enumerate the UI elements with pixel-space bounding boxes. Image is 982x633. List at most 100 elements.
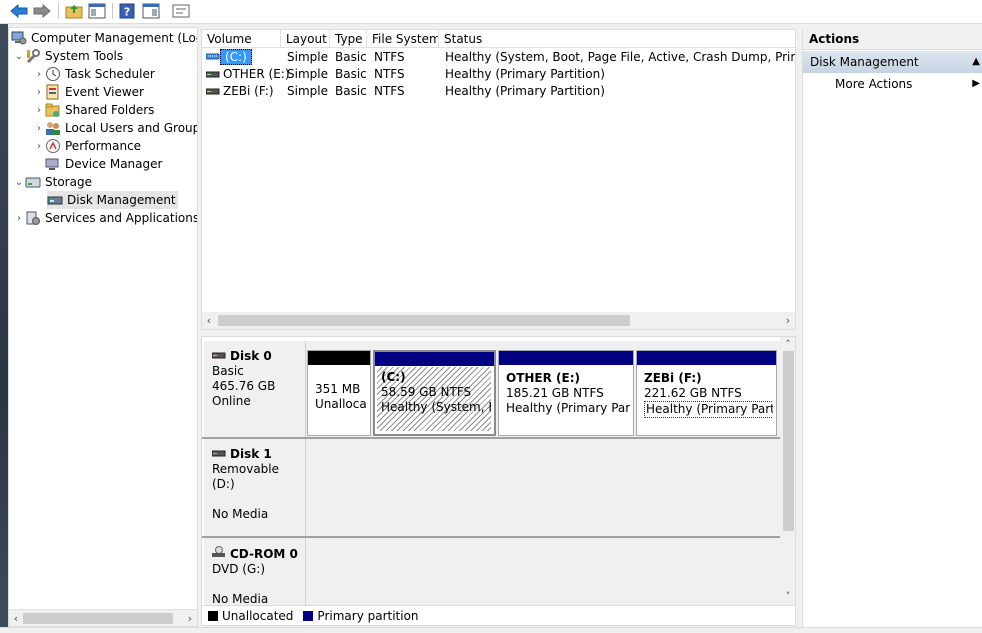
- chevron-right-icon[interactable]: ›: [33, 101, 45, 119]
- tree-item-device-manager[interactable]: Device Manager: [45, 155, 162, 173]
- chevron-down-icon[interactable]: ⌄: [13, 173, 25, 191]
- disk-1-area: [306, 439, 780, 536]
- volume-icon: [206, 69, 220, 81]
- volume-name: ZEBi (F:): [223, 84, 274, 98]
- actions-title: Actions: [803, 29, 982, 50]
- tree-item-performance[interactable]: › Performance: [33, 137, 141, 155]
- disk-0-label[interactable]: Disk 0 Basic 465.76 GB Online: [204, 341, 306, 437]
- primary-swatch: [303, 610, 314, 621]
- users-icon: [45, 120, 61, 136]
- volume-icon: [206, 86, 220, 98]
- status-cell: Healthy (Primary Partition): [445, 67, 605, 81]
- scroll-right-icon[interactable]: ›: [781, 313, 795, 328]
- fs-cell: NTFS: [374, 84, 405, 98]
- volume-name: (C:): [220, 49, 252, 65]
- forward-icon[interactable]: [32, 2, 52, 20]
- status-bar: [0, 627, 982, 633]
- list-horizontal-scrollbar[interactable]: ‹ ›: [202, 312, 795, 329]
- chevron-right-icon[interactable]: ›: [33, 65, 45, 83]
- primary-partition-bar: [637, 351, 776, 365]
- type-cell: Basic: [335, 84, 367, 98]
- chevron-right-icon[interactable]: ›: [33, 119, 45, 137]
- partition-status: Healthy (System, Boc: [381, 400, 491, 414]
- desktop-edge: [0, 24, 8, 633]
- disk-state: No Media: [212, 592, 269, 606]
- disk-type: DVD (G:): [212, 562, 265, 576]
- tree-item-task-scheduler[interactable]: › Task Scheduler: [33, 65, 155, 83]
- scroll-left-icon[interactable]: ‹: [9, 611, 23, 626]
- tree-item-disk-management[interactable]: Disk Management: [47, 191, 178, 209]
- column-header-type[interactable]: Type: [330, 30, 367, 48]
- actions-section-label: Disk Management: [810, 55, 919, 69]
- show-hide-console-tree-icon[interactable]: [87, 2, 107, 20]
- table-row[interactable]: OTHER (E:) Simple Basic NTFS Healthy (Pr…: [202, 66, 795, 83]
- volume-list: Volume Layout Type File System Status (C…: [201, 29, 796, 330]
- toolbar: ?: [0, 0, 982, 24]
- partition-status: Healthy (Primary Partition): [644, 401, 773, 418]
- partition-unallocated[interactable]: 351 MB Unallocat: [307, 350, 371, 436]
- partition-c[interactable]: (C:) 58.59 GB NTFS Healthy (System, Boc: [373, 350, 496, 436]
- cdrom-0-area: [306, 538, 780, 605]
- chevron-right-icon[interactable]: ›: [13, 209, 25, 227]
- chevron-down-icon[interactable]: ⌄: [13, 47, 25, 65]
- disk-name: Disk 0: [230, 349, 272, 363]
- layout-cell: Simple: [287, 84, 328, 98]
- column-header-status[interactable]: Status: [439, 30, 795, 48]
- disk-graphical-view: Disk 0 Basic 465.76 GB Online 351 MB Una…: [201, 336, 796, 606]
- tree-item-shared-folders[interactable]: › Shared Folders: [33, 101, 154, 119]
- more-actions-label: More Actions: [835, 77, 913, 91]
- disk-state: No Media: [212, 507, 269, 521]
- help-icon[interactable]: ?: [117, 2, 137, 20]
- column-header-volume[interactable]: Volume: [202, 30, 281, 48]
- tree-item-services-applications[interactable]: › Services and Applications: [13, 209, 197, 227]
- column-header-file-system[interactable]: File System: [367, 30, 439, 48]
- scroll-up-icon[interactable]: ˄: [781, 337, 795, 352]
- disk-icon: [211, 349, 226, 364]
- shared-folder-icon: [45, 102, 61, 118]
- disk-1-label[interactable]: Disk 1 Removable (D:) No Media: [204, 439, 306, 536]
- back-icon[interactable]: [9, 2, 29, 20]
- unallocated-bar: [308, 351, 370, 365]
- scrollbar-thumb[interactable]: [23, 613, 173, 624]
- column-header-layout[interactable]: Layout: [281, 30, 330, 48]
- chevron-right-icon[interactable]: ›: [33, 137, 45, 155]
- collapse-up-icon[interactable]: ▲: [972, 51, 980, 73]
- status-cell: Healthy (System, Boot, Page File, Active…: [445, 50, 795, 64]
- device-manager-icon: [45, 156, 61, 172]
- partition-size: 221.62 GB NTFS: [644, 386, 742, 400]
- tree-horizontal-scrollbar[interactable]: ‹ ›: [9, 609, 197, 626]
- scroll-left-icon[interactable]: ‹: [202, 313, 216, 328]
- layout-cell: Simple: [287, 67, 328, 81]
- tree-item-computer-management[interactable]: Computer Management (Local: [11, 29, 197, 47]
- fs-cell: NTFS: [374, 50, 405, 64]
- fs-cell: NTFS: [374, 67, 405, 81]
- tree-item-event-viewer[interactable]: › Event Viewer: [33, 83, 144, 101]
- type-cell: Basic: [335, 50, 367, 64]
- show-action-pane-icon[interactable]: [141, 2, 161, 20]
- more-actions-item[interactable]: More Actions ▶: [803, 73, 982, 95]
- tree-item-storage[interactable]: ⌄ Storage: [13, 173, 92, 191]
- up-folder-icon[interactable]: [64, 2, 84, 20]
- scrollbar-thumb[interactable]: [218, 315, 630, 326]
- cdrom-0-label[interactable]: CD-ROM 0 DVD (G:) No Media: [204, 538, 306, 606]
- graph-vertical-scrollbar[interactable]: ˄ ˅: [780, 337, 795, 605]
- unallocated-swatch: [208, 610, 218, 621]
- scroll-right-icon[interactable]: ›: [183, 611, 197, 626]
- properties-icon[interactable]: [171, 2, 191, 20]
- scroll-down-icon[interactable]: ˅: [781, 589, 795, 604]
- chevron-right-icon[interactable]: ›: [33, 83, 45, 101]
- scrollbar-thumb[interactable]: [783, 351, 794, 531]
- table-row[interactable]: (C:) Simple Basic NTFS Healthy (System, …: [202, 49, 795, 66]
- partition-f[interactable]: ZEBi (F:) 221.62 GB NTFS Healthy (Primar…: [636, 350, 777, 436]
- partition-status: Healthy (Primary Partiti: [506, 401, 630, 415]
- partition-title: ZEBi (F:): [644, 371, 702, 385]
- volume-name: OTHER (E:): [223, 67, 290, 81]
- partition-size: 351 MB: [315, 382, 361, 396]
- actions-section-disk-management[interactable]: Disk Management ▲: [803, 51, 982, 73]
- tree-item-system-tools[interactable]: ⌄ System Tools: [13, 47, 123, 65]
- partition-e[interactable]: OTHER (E:) 185.21 GB NTFS Healthy (Prima…: [498, 350, 634, 436]
- svg-text:?: ?: [124, 6, 130, 19]
- tree-item-local-users-groups[interactable]: › Local Users and Groups: [33, 119, 197, 137]
- table-row[interactable]: ZEBi (F:) Simple Basic NTFS Healthy (Pri…: [202, 83, 795, 100]
- system-tools-icon: [25, 48, 41, 64]
